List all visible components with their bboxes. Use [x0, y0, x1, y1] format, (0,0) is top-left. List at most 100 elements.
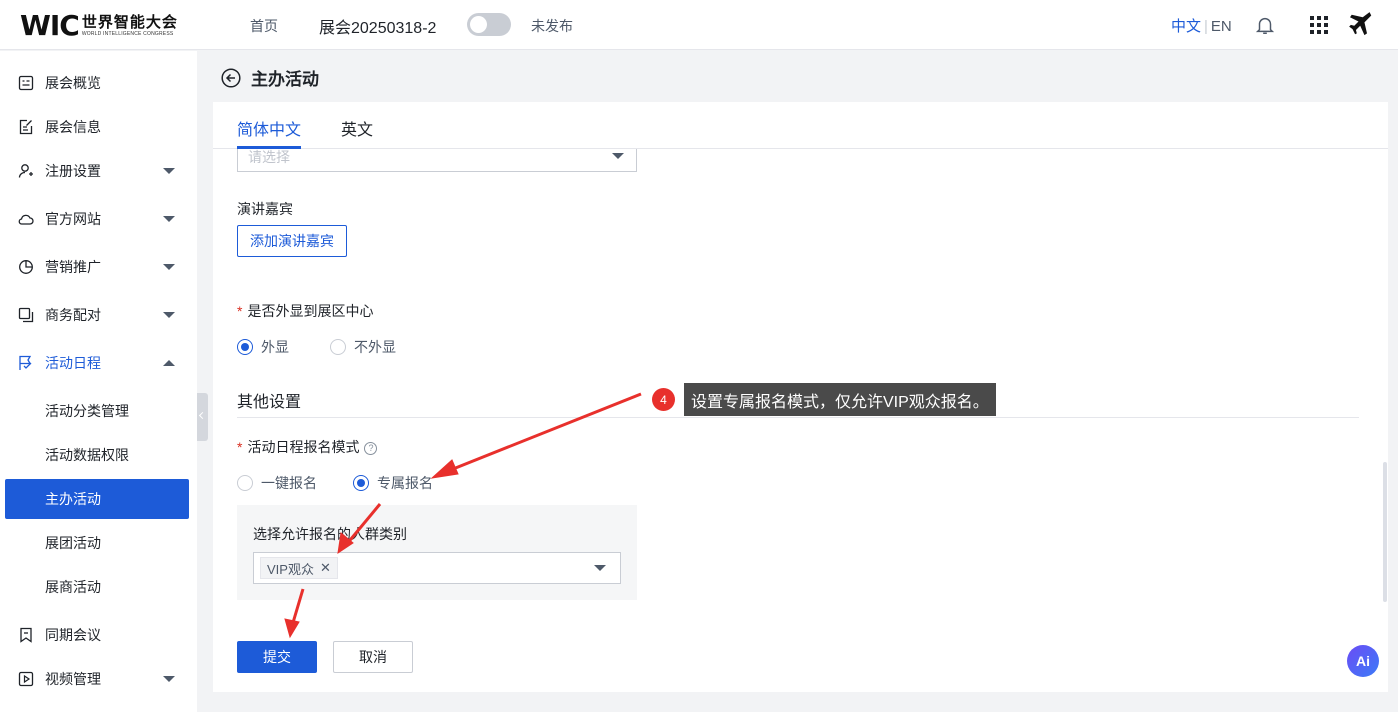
radio-show-outside[interactable]: 外显	[237, 337, 289, 357]
radio-dot	[237, 475, 253, 491]
sidebar-item-label: 活动日程	[45, 355, 101, 371]
audience-tag-label: VIP观众	[267, 561, 314, 577]
signup-mode-label: * 活动日程报名模式?	[237, 437, 378, 457]
expo-name: 展会20250318-2	[319, 20, 437, 37]
bell-icon[interactable]	[1254, 14, 1276, 36]
sidebar-item-label: 展会概览	[45, 75, 101, 91]
sidebar-subitem-label: 活动分类管理	[45, 403, 129, 419]
radio-dot	[330, 339, 346, 355]
sidebar-subitem-host-activities[interactable]: 主办活动	[5, 479, 189, 519]
language-switch: 中文 | EN	[1171, 15, 1232, 36]
lang-separator: |	[1204, 18, 1208, 35]
tab-simplified-chinese[interactable]: 简体中文	[237, 116, 301, 140]
nav-home-link[interactable]: 首页	[250, 16, 278, 36]
sidebar-subitem-label: 展商活动	[45, 579, 101, 595]
close-icon[interactable]: ✕	[320, 560, 331, 576]
active-tab-indicator	[237, 146, 301, 149]
sidebar-item-label: 官方网站	[45, 211, 101, 227]
ai-assistant-button[interactable]: Ai	[1347, 645, 1379, 677]
tab-english[interactable]: 英文	[341, 116, 373, 140]
select-placeholder: 请选择	[248, 149, 290, 165]
sidebar-item-schedule[interactable]: 活动日程	[0, 343, 197, 383]
page-header: 主办活动	[221, 65, 319, 90]
sidebar-item-label: 同期会议	[45, 627, 101, 643]
lang-en-option[interactable]: EN	[1211, 18, 1232, 35]
sidebar-subitem-label: 活动数据权限	[45, 447, 129, 463]
radio-label: 一键报名	[261, 475, 317, 491]
pie-icon	[19, 260, 33, 274]
radio-dot	[237, 339, 253, 355]
audience-label: 选择允许报名的人群类别	[253, 526, 407, 542]
chevron-down-icon	[594, 565, 606, 571]
submit-button[interactable]: 提交	[237, 641, 317, 673]
lang-cn-option[interactable]: 中文	[1171, 18, 1201, 35]
sidebar-item-info[interactable]: 展会信息	[0, 107, 197, 147]
bookmark-icon	[20, 627, 32, 643]
radio-dot	[353, 475, 369, 491]
sidebar-item-matchmaking[interactable]: 商务配对	[0, 295, 197, 335]
user-add-icon	[18, 164, 33, 178]
sidebar-item-marketing[interactable]: 营销推广	[0, 247, 197, 287]
sidebar-subitem-category[interactable]: 活动分类管理	[0, 391, 197, 431]
cloud-icon	[18, 214, 34, 225]
sidebar-item-website[interactable]: 官方网站	[0, 199, 197, 239]
sidebar-subitem-permissions[interactable]: 活动数据权限	[0, 435, 197, 475]
chevron-up-icon	[163, 360, 175, 366]
chevron-down-icon	[612, 153, 624, 159]
sidebar-item-conferences[interactable]: 同期会议	[0, 615, 197, 655]
sidebar-item-video[interactable]: 视频管理	[0, 659, 197, 699]
sidebar-collapse-handle[interactable]	[197, 393, 208, 441]
chevron-down-icon	[163, 676, 175, 682]
chevron-down-icon	[163, 168, 175, 174]
publish-toggle[interactable]	[467, 13, 511, 36]
radio-label: 专属报名	[377, 475, 433, 491]
show-outside-label: * 是否外显到展区中心	[237, 303, 374, 319]
cancel-button[interactable]: 取消	[333, 641, 413, 673]
sidebar-subitem-group-activities[interactable]: 展团活动	[0, 523, 197, 563]
speakers-label: 演讲嘉宾	[237, 201, 293, 217]
radio-exclusive-signup[interactable]: 专属报名	[353, 473, 433, 493]
edit-doc-icon	[19, 119, 33, 135]
chevron-down-icon	[163, 264, 175, 270]
sidebar-item-label: 视频管理	[45, 671, 101, 687]
publish-status: 未发布	[531, 18, 573, 34]
section-divider	[237, 417, 1359, 418]
audience-tag: VIP观众 ✕	[260, 557, 338, 579]
sidebar-item-registration[interactable]: 注册设置	[0, 151, 197, 191]
flag-icon	[19, 355, 32, 370]
copy-icon	[18, 307, 34, 323]
top-bar: WIC 世界智能大会 WORLD INTELLIGENCE CONGRESS 首…	[0, 0, 1398, 50]
language-tabs: 简体中文 英文	[213, 102, 1388, 149]
radio-one-click-signup[interactable]: 一键报名	[237, 473, 317, 493]
sidebar-item-label: 展会信息	[45, 119, 101, 135]
radio-label: 外显	[261, 339, 289, 355]
audience-multi-select[interactable]: VIP观众 ✕	[253, 552, 621, 584]
sidebar-item-overview[interactable]: 展会概览	[0, 63, 197, 103]
sidebar-item-label: 注册设置	[45, 163, 101, 179]
logo-mark: WIC	[20, 9, 80, 42]
help-icon[interactable]: ?	[364, 442, 378, 455]
wic-logo[interactable]: WIC 世界智能大会 WORLD INTELLIGENCE CONGRESS	[20, 9, 178, 42]
annotation-step-badge: 4	[652, 388, 675, 411]
add-speaker-button[interactable]: 添加演讲嘉宾	[237, 225, 347, 257]
overview-icon	[18, 75, 34, 91]
chevron-down-icon	[163, 216, 175, 222]
apps-grid-icon[interactable]	[1309, 15, 1329, 35]
sidebar-subitem-exhibitor-activities[interactable]: 展商活动	[0, 567, 197, 607]
sidebar-item-label: 营销推广	[45, 259, 101, 275]
video-icon	[18, 671, 34, 687]
plane-icon[interactable]	[1348, 11, 1376, 39]
radio-label: 不外显	[354, 339, 396, 355]
chevron-down-icon	[163, 312, 175, 318]
sidebar-subitem-label: 展团活动	[45, 535, 101, 551]
audience-settings-panel: 选择允许报名的人群类别 VIP观众 ✕	[237, 505, 637, 600]
logo-cn-text: 世界智能大会	[81, 14, 178, 31]
page-title: 主办活动	[251, 70, 319, 89]
sidebar: 展会概览 展会信息 注册设置 官方网站 营销推广 商务配对 活动日程 活动分类管…	[0, 51, 197, 712]
back-arrow-icon[interactable]	[221, 67, 241, 88]
scrollbar-thumb[interactable]	[1383, 462, 1387, 602]
radio-hide-outside[interactable]: 不外显	[330, 337, 396, 357]
annotation-tooltip: 设置专属报名模式，仅允许VIP观众报名。	[684, 383, 996, 416]
other-settings-title: 其他设置	[237, 394, 302, 411]
logo-en-text: WORLD INTELLIGENCE CONGRESS	[81, 31, 174, 37]
